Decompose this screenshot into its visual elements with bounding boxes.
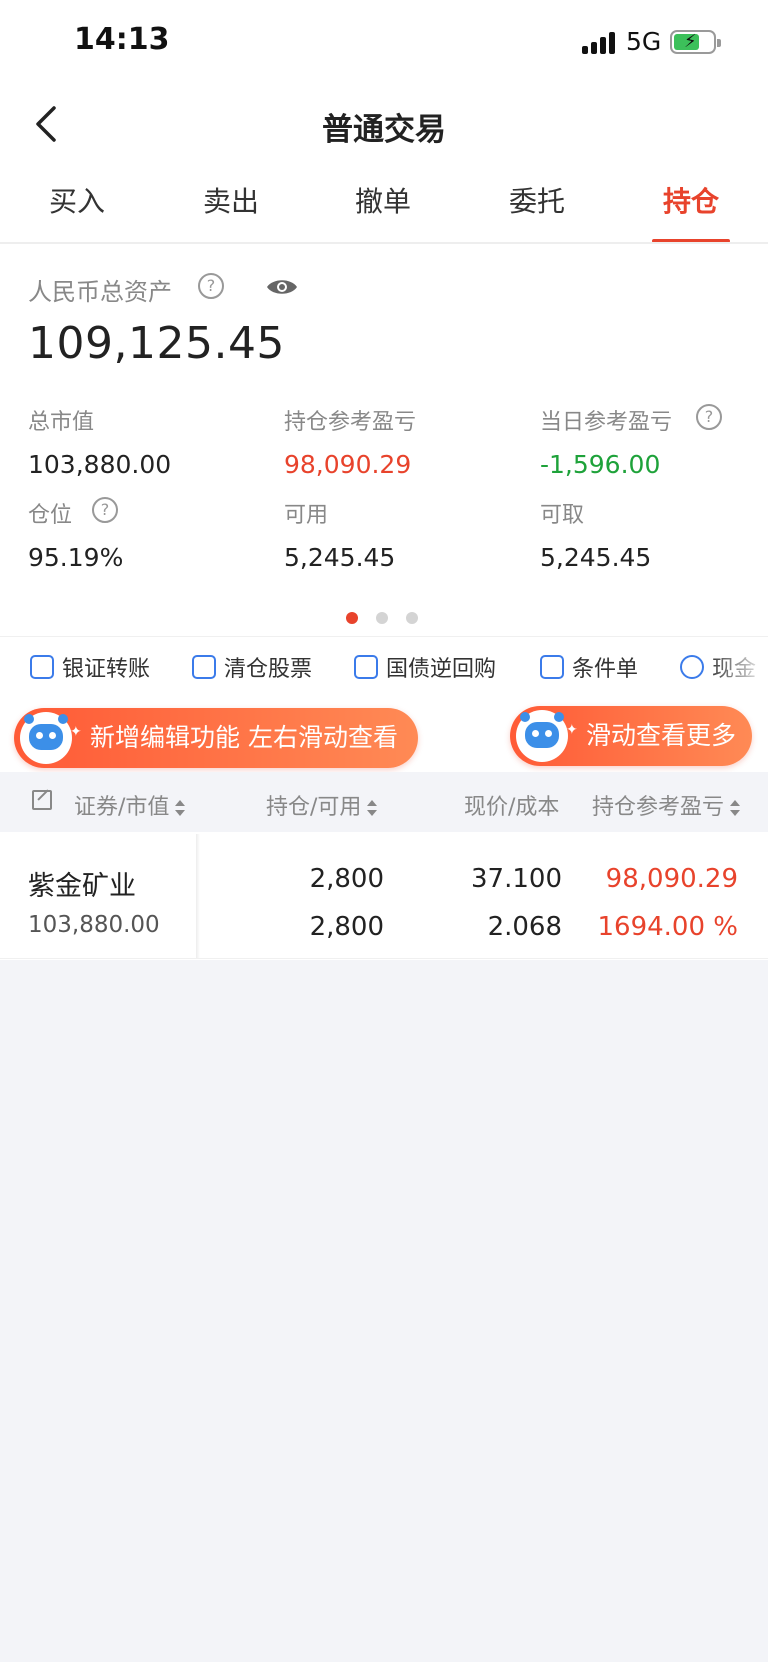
repo-icon: [354, 655, 378, 679]
metric-value-position-pnl: 98,090.29: [284, 450, 412, 479]
sort-icon: [367, 800, 378, 816]
total-assets-value: 109,125.45: [28, 318, 285, 369]
stock-name: 紫金矿业: [28, 871, 136, 902]
table-header: 证券/市值 持仓/可用 现价/成本 持仓参考盈亏: [0, 772, 768, 832]
robot-mascot-icon: [20, 712, 72, 764]
divider: [0, 242, 768, 244]
header-pnl[interactable]: 持仓参考盈亏: [592, 789, 741, 821]
quick-actions-bar: 银证转账 清仓股票 国债逆回购 条件单 现金: [0, 636, 768, 695]
sort-icon: [175, 800, 186, 816]
header-position[interactable]: 持仓/可用: [266, 789, 378, 821]
quick-action-repo[interactable]: 国债逆回购: [354, 651, 496, 683]
signal-icon: [582, 32, 618, 54]
quick-action-condition-order[interactable]: 条件单: [540, 651, 638, 683]
tip-text: 滑动查看更多: [586, 721, 737, 750]
help-icon[interactable]: ?: [198, 273, 224, 299]
sticky-column-shadow: [196, 834, 200, 958]
metric-label-daily-pnl: 当日参考盈亏: [540, 410, 673, 435]
metric-label-withdrawable: 可取: [540, 503, 585, 528]
chart-icon: [192, 655, 216, 679]
metric-value-market-value: 103,880.00: [28, 450, 172, 479]
tip-text: 新增编辑功能 左右滑动查看: [90, 723, 398, 752]
help-icon[interactable]: ?: [696, 404, 722, 430]
edit-icon[interactable]: [32, 790, 52, 810]
current-price: 37.100: [471, 864, 562, 894]
header-label: 现价/成本: [464, 795, 560, 820]
page-title: 普通交易: [322, 112, 446, 148]
quick-action-label: 银证转账: [62, 657, 151, 682]
metric-label-position-pnl: 持仓参考盈亏: [284, 410, 417, 435]
cash-icon: [680, 655, 704, 679]
network-type: 5G: [626, 27, 662, 56]
tip-bubble-more[interactable]: ✦ 滑动查看更多: [510, 706, 752, 766]
header-label: 持仓参考盈亏: [592, 795, 725, 820]
metric-label-market-value: 总市值: [28, 410, 95, 435]
available-quantity: 2,800: [309, 912, 384, 942]
sparkle-icon: ✦: [566, 722, 578, 738]
tab-sell[interactable]: 卖出: [154, 180, 308, 220]
help-icon[interactable]: ?: [92, 497, 118, 523]
page-dot[interactable]: [406, 612, 418, 624]
transfer-icon: [30, 655, 54, 679]
header-price[interactable]: 现价/成本: [464, 789, 559, 821]
position-quantity: 2,800: [309, 864, 384, 894]
eye-icon[interactable]: [266, 276, 298, 298]
quick-action-label: 条件单: [572, 657, 639, 682]
table-row[interactable]: 紫金矿业 103,880.00 2,800 2,800 37.100 2.068…: [0, 834, 768, 959]
condition-order-icon: [540, 655, 564, 679]
metric-value-daily-pnl: -1,596.00: [540, 450, 661, 479]
header-label: 持仓/可用: [266, 795, 362, 820]
metric-label-available: 可用: [284, 503, 329, 528]
status-time: 14:13: [74, 22, 170, 57]
robot-mascot-icon: [516, 710, 568, 762]
tab-bar: 买入 卖出 撤单 委托 持仓: [0, 168, 768, 243]
position-pnl-percent: 1694.00 %: [597, 912, 739, 942]
page-dot[interactable]: [376, 612, 388, 624]
quick-action-transfer[interactable]: 银证转账: [30, 651, 150, 683]
battery-icon: ⚡: [670, 30, 721, 54]
cost-price: 2.068: [487, 912, 562, 942]
tip-bubble-edit[interactable]: ✦ 新增编辑功能 左右滑动查看: [14, 708, 418, 768]
page-dot[interactable]: [346, 612, 358, 624]
total-assets-label: 人民币总资产: [28, 278, 172, 306]
metric-value-withdrawable: 5,245.45: [540, 543, 652, 572]
quick-action-label: 国债逆回购: [386, 657, 497, 682]
quick-action-clear-position[interactable]: 清仓股票: [192, 651, 312, 683]
stock-market-value: 103,880.00: [28, 912, 160, 938]
metric-label-position-ratio: 仓位: [28, 503, 73, 528]
tab-holdings[interactable]: 持仓: [614, 180, 768, 220]
sparkle-icon: ✦: [70, 724, 82, 740]
sort-icon: [730, 800, 741, 816]
scroll-fade: [708, 637, 768, 695]
tab-orders[interactable]: 委托: [460, 180, 614, 220]
tab-cancel[interactable]: 撤单: [306, 180, 460, 220]
header-security[interactable]: 证券/市值: [74, 789, 186, 821]
metric-value-available: 5,245.45: [284, 543, 396, 572]
header-label: 证券/市值: [74, 795, 170, 820]
tab-buy[interactable]: 买入: [0, 180, 154, 220]
position-pnl: 98,090.29: [605, 864, 738, 894]
metric-value-position-ratio: 95.19%: [28, 543, 124, 572]
quick-action-label: 清仓股票: [224, 657, 313, 682]
